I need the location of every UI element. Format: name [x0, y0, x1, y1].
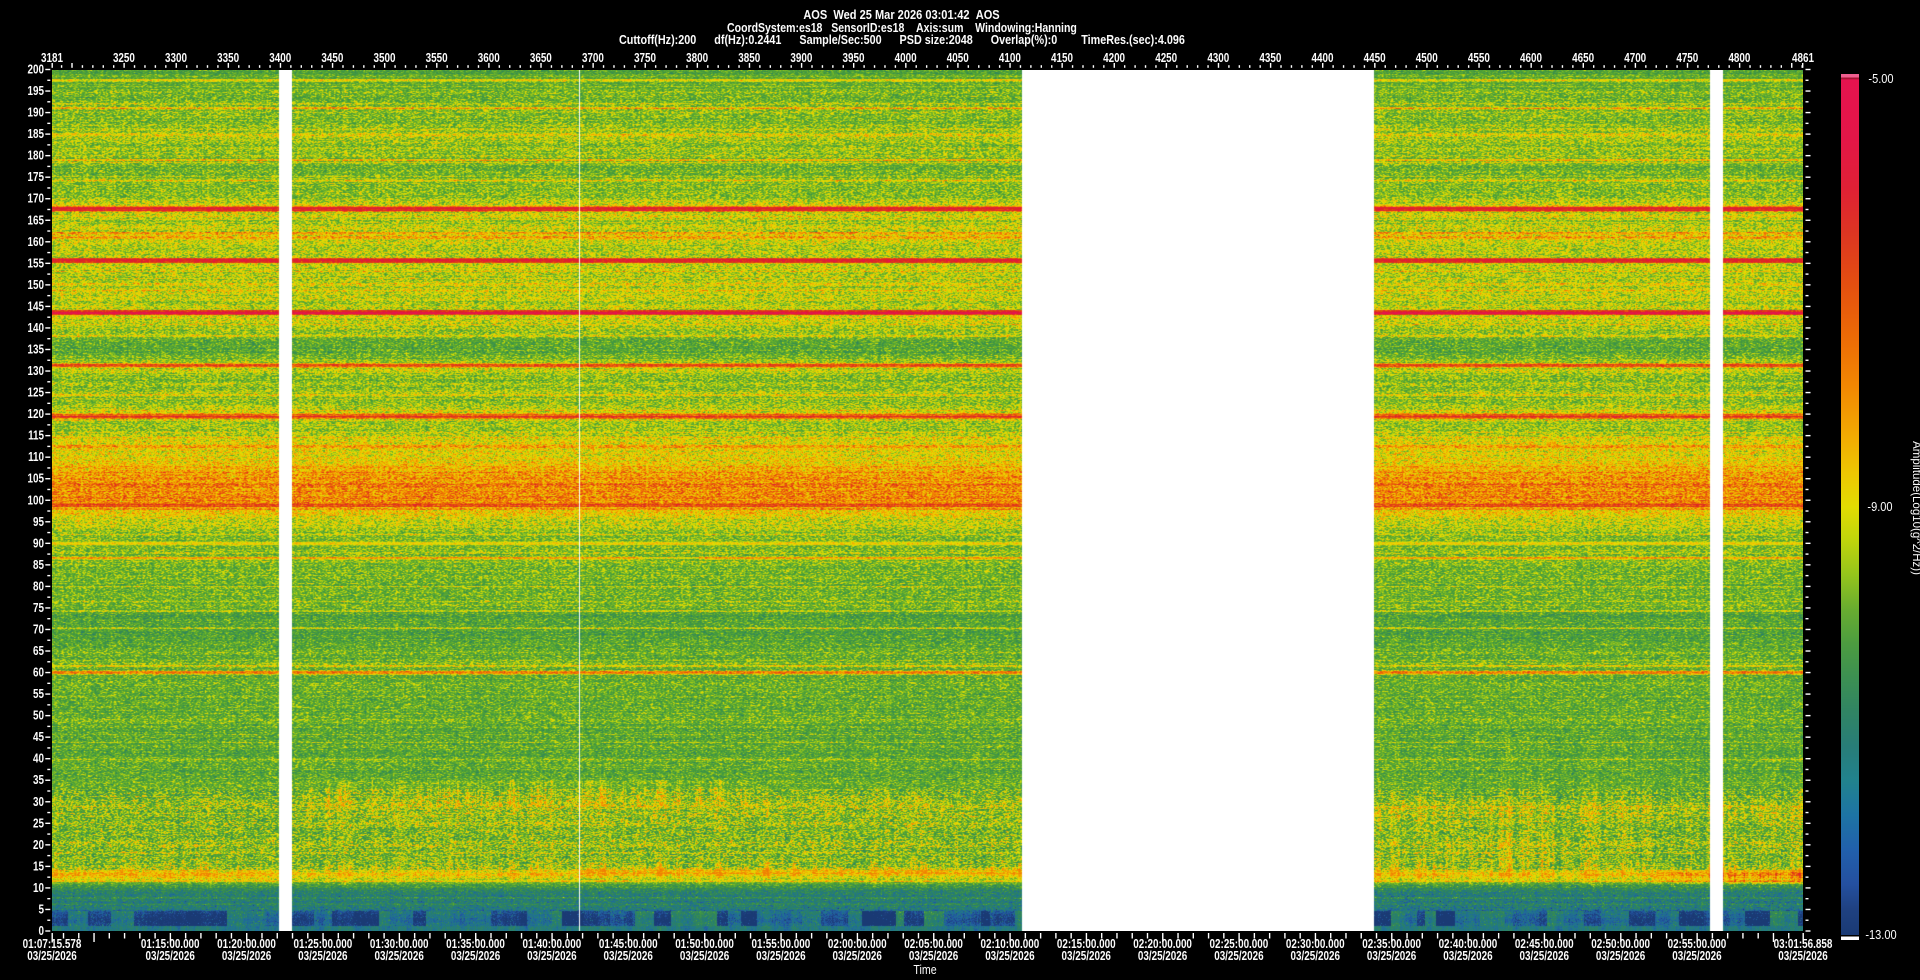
svg-text:03/25/2026: 03/25/2026	[1443, 950, 1492, 964]
svg-text:95: 95	[33, 516, 44, 530]
svg-text:20: 20	[33, 839, 44, 853]
svg-text:150: 150	[28, 279, 44, 293]
svg-text:10: 10	[33, 882, 44, 896]
svg-text:190: 190	[28, 106, 44, 120]
svg-text:15: 15	[33, 860, 44, 874]
svg-text:135: 135	[28, 343, 45, 357]
svg-text:180: 180	[28, 150, 44, 164]
svg-text:03/25/2026: 03/25/2026	[1778, 950, 1827, 964]
svg-text:03/25/2026: 03/25/2026	[1672, 950, 1721, 964]
svg-text:03/25/2026: 03/25/2026	[222, 950, 271, 964]
svg-text:03/25/2026: 03/25/2026	[1596, 950, 1645, 964]
svg-text:03/25/2026: 03/25/2026	[1138, 950, 1187, 964]
svg-text:03/25/2026: 03/25/2026	[451, 950, 500, 964]
svg-text:155: 155	[28, 257, 45, 271]
svg-text:130: 130	[28, 365, 44, 379]
svg-text:03/25/2026: 03/25/2026	[145, 950, 194, 964]
svg-text:03/25/2026: 03/25/2026	[1291, 950, 1340, 964]
svg-text:03/25/2026: 03/25/2026	[604, 950, 653, 964]
svg-text:105: 105	[28, 473, 45, 487]
svg-text:120: 120	[28, 408, 44, 422]
svg-text:03/25/2026: 03/25/2026	[374, 950, 423, 964]
svg-text:115: 115	[28, 430, 44, 444]
svg-text:03/25/2026: 03/25/2026	[1520, 950, 1569, 964]
svg-text:03/25/2026: 03/25/2026	[1367, 950, 1416, 964]
svg-text:55: 55	[33, 688, 44, 702]
svg-text:-9.00: -9.00	[1867, 499, 1892, 514]
svg-text:35: 35	[33, 774, 44, 788]
svg-text:40: 40	[33, 753, 44, 767]
svg-text:45: 45	[33, 731, 44, 745]
svg-text:175: 175	[28, 171, 45, 185]
svg-text:200: 200	[28, 63, 44, 77]
svg-text:60: 60	[33, 666, 44, 680]
svg-text:125: 125	[28, 386, 45, 400]
svg-text:170: 170	[28, 193, 44, 207]
svg-text:03/25/2026: 03/25/2026	[527, 950, 576, 964]
svg-text:Amplitude(Log10(g^2/Hz)): Amplitude(Log10(g^2/Hz))	[1910, 441, 1920, 575]
svg-text:100: 100	[28, 494, 44, 508]
svg-text:03/25/2026: 03/25/2026	[756, 950, 805, 964]
svg-text:30: 30	[33, 796, 44, 810]
svg-text:Time: Time	[913, 962, 937, 977]
svg-text:03/25/2026: 03/25/2026	[1062, 950, 1111, 964]
svg-text:185: 185	[28, 128, 45, 142]
svg-text:5: 5	[39, 903, 45, 917]
svg-text:165: 165	[28, 214, 45, 228]
svg-text:80: 80	[33, 580, 44, 594]
svg-text:70: 70	[33, 623, 44, 637]
svg-text:160: 160	[28, 236, 44, 250]
svg-text:75: 75	[33, 602, 44, 616]
svg-text:03/25/2026: 03/25/2026	[1214, 950, 1263, 964]
svg-text:-13.00: -13.00	[1865, 927, 1897, 942]
svg-text:03/25/2026: 03/25/2026	[298, 950, 347, 964]
svg-text:0: 0	[39, 925, 44, 939]
svg-text:140: 140	[28, 322, 44, 336]
svg-text:145: 145	[28, 300, 45, 314]
svg-text:65: 65	[33, 645, 44, 659]
svg-text:90: 90	[33, 537, 44, 551]
svg-text:50: 50	[33, 709, 44, 723]
svg-text:03/25/2026: 03/25/2026	[985, 950, 1034, 964]
svg-text:25: 25	[33, 817, 44, 831]
svg-text:03/25/2026: 03/25/2026	[27, 950, 76, 964]
svg-text:03/25/2026: 03/25/2026	[833, 950, 882, 964]
svg-text:85: 85	[33, 559, 44, 573]
svg-text:03/25/2026: 03/25/2026	[680, 950, 729, 964]
svg-text:-5.00: -5.00	[1868, 71, 1893, 86]
svg-text:195: 195	[28, 85, 45, 99]
svg-text:110: 110	[28, 451, 44, 465]
